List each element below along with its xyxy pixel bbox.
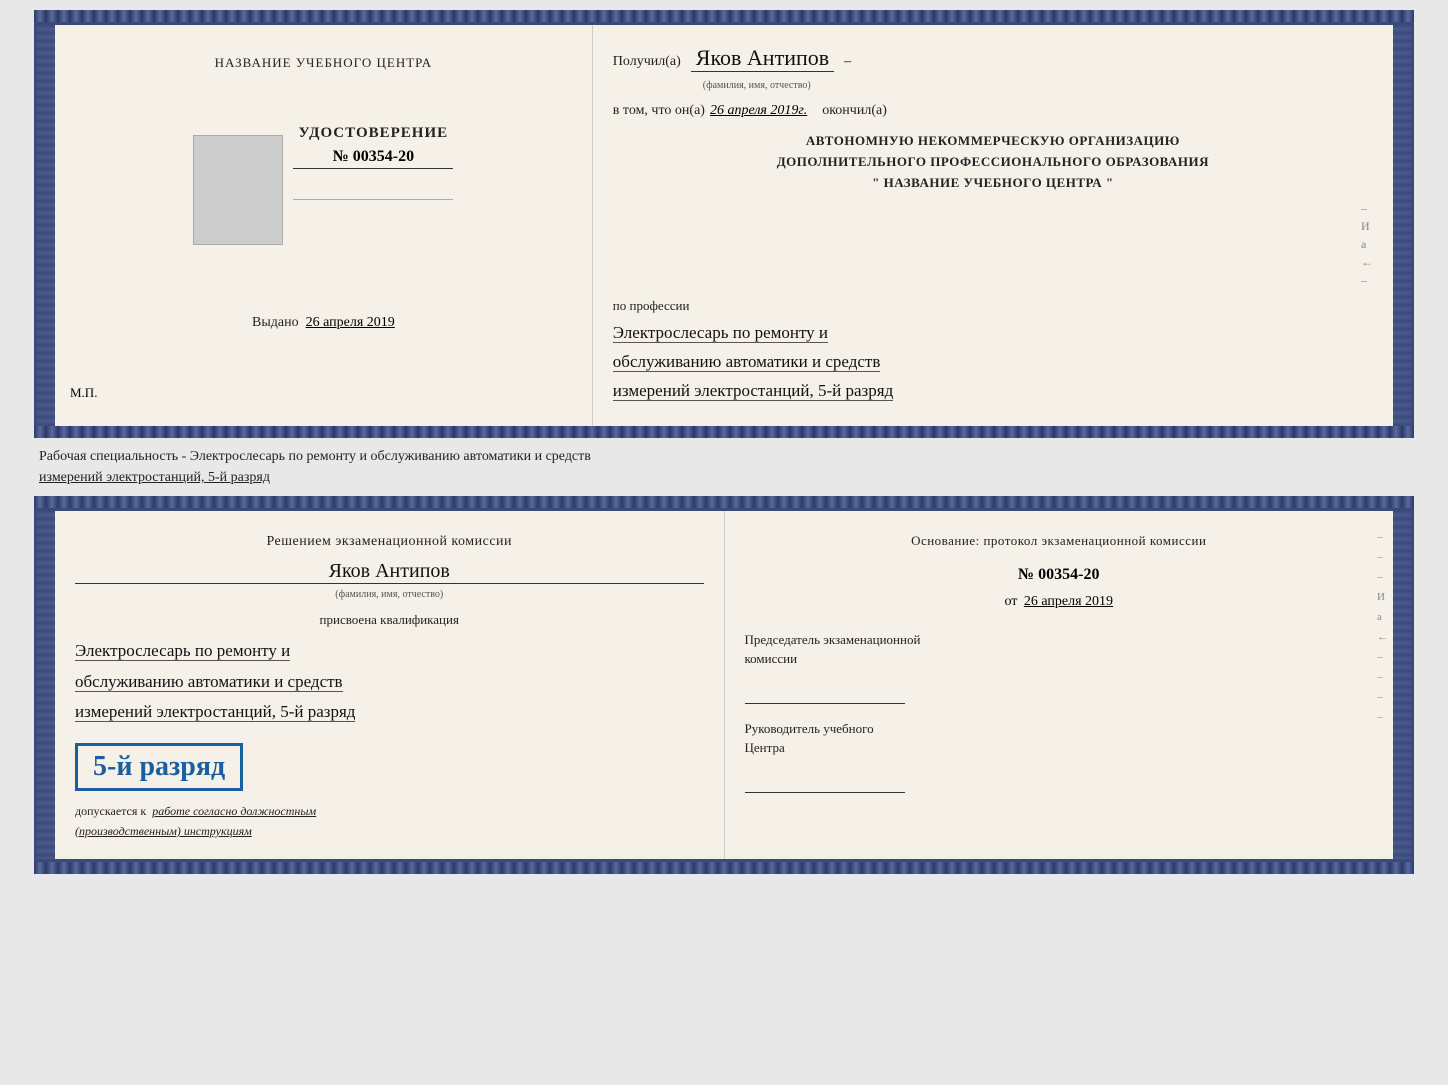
poluchil-label: Получил(а) [613,54,681,70]
profession-label: по профессии [613,298,1373,314]
spine-left-bottom [37,511,55,859]
vtom-date: 26 апреля 2019г. [710,103,807,119]
dopuskaetsya-value: работе согласно должностным [152,804,316,818]
qual-line2: обслуживанию автоматики и средств [75,672,343,692]
rukovoditel-signature-line [745,773,905,793]
komissia-header: Решением экзаменационной комиссии [75,531,704,552]
rukovoditel-label: Руководитель учебного Центра [745,719,1374,758]
separator-line1: Рабочая специальность - Электрослесарь п… [39,446,1409,467]
profession-line3: измерений электростанций, 5-й разряд [613,381,893,401]
bottom-border-strip-top [34,426,1414,438]
mark-dash5: – [1377,671,1388,683]
photo-placeholder [193,135,283,245]
right-mark-5: – [1361,273,1373,288]
osnovanie-header: Основание: протокол экзаменационной коми… [745,531,1374,551]
qualification-text: Электрослесарь по ремонту и обслуживанию… [75,636,704,728]
predsedatel-signature-line [745,684,905,704]
separator-text: Рабочая специальность - Электрослесарь п… [34,438,1414,496]
mark-a: а [1377,611,1388,623]
right-mark-2: И [1361,219,1373,234]
family-sublabel-bottom: (фамилия, имя, отчество) [75,589,704,600]
cert-bottom: Решением экзаменационной комиссии Яков А… [34,508,1414,862]
right-mark-4: ← [1361,255,1373,270]
mark-dash7: – [1377,711,1388,723]
separator-line2: измерений электростанций, 5-й разряд [39,467,1409,488]
separator-line2-text: измерений электростанций, 5-й разряд [39,470,270,485]
top-border-strip [34,10,1414,22]
protocol-number: № 00354-20 [745,566,1374,584]
rukovoditel-block: Руководитель учебного Центра [745,719,1374,793]
org-line1: АВТОНОМНУЮ НЕКОММЕРЧЕСКУЮ ОРГАНИЗАЦИЮ ДО… [613,131,1373,193]
mark-arrow: ← [1377,631,1388,643]
mark-dash3: – [1377,571,1388,583]
poluchil-value: Яков Антипов [691,45,834,72]
cert-top-right-panel: Получил(а) Яков Антипов – (фамилия, имя,… [593,25,1393,426]
bottom-name: Яков Антипов [75,560,704,584]
profession-line1: Электрослесарь по ремонту и [613,323,828,343]
vtom-label: в том, что он(а) [613,103,705,119]
prisvoena-label: присвоена квалификация [75,612,704,628]
cert-top-left-panel: НАЗВАНИЕ УЧЕБНОГО ЦЕНТРА УДОСТОВЕРЕНИЕ №… [55,25,593,426]
training-center-label-top: НАЗВАНИЕ УЧЕБНОГО ЦЕНТРА [215,55,432,71]
ot-date: 26 апреля 2019 [1024,594,1113,609]
cert-bottom-left-panel: Решением экзаменационной комиссии Яков А… [55,511,725,859]
mark-dash1: – [1377,531,1388,543]
issued-label: Выдано [252,315,299,330]
rank-badge: 5-й разряд [75,743,243,791]
ot-date-line: от 26 апреля 2019 [745,594,1374,610]
issued-date: 26 апреля 2019 [306,315,395,330]
profession-value: Электрослесарь по ремонту и обслуживанию… [613,319,1373,406]
mark-i: И [1377,591,1388,603]
spine-left [37,25,55,426]
udostoverenie-label: УДОСТОВЕРЕНИЕ [293,125,453,142]
mark-dash4: – [1377,651,1388,663]
mp-label: М.П. [70,385,97,401]
spine-right-bottom [1393,511,1411,859]
document-wrapper: НАЗВАНИЕ УЧЕБНОГО ЦЕНТРА УДОСТОВЕРЕНИЕ №… [34,10,1414,874]
qual-line3: измерений электростанций, 5-й разряд [75,702,355,722]
qual-line1: Электрослесарь по ремонту и [75,641,290,661]
right-mark-3: а [1361,237,1373,252]
spine-right-top [1393,25,1411,426]
bottom-border-strip-bottom [34,496,1414,508]
right-mark-1: – [1361,201,1373,216]
family-sublabel-top: (фамилия, имя, отчество) [703,80,811,91]
dopuskaetsya-text: допускается к работе согласно должностны… [75,804,704,819]
okonchil-label: окончил(а) [822,103,887,119]
profession-line2: обслуживанию автоматики и средств [613,352,881,372]
mark-dash6: – [1377,691,1388,703]
final-border-strip [34,862,1414,874]
cert-number: № 00354-20 [293,148,453,169]
cert-top: НАЗВАНИЕ УЧЕБНОГО ЦЕНТРА УДОСТОВЕРЕНИЕ №… [34,22,1414,426]
mark-dash2: – [1377,551,1388,563]
predsedatel-label: Председатель экзаменационной комиссии [745,630,1374,669]
instr-label: (производственным) инструкциям [75,824,704,839]
cert-bottom-right-panel: Основание: протокол экзаменационной коми… [725,511,1394,859]
predsedatel-block: Председатель экзаменационной комиссии [745,630,1374,704]
right-side-marks: – – – И а ← – – – – [1377,531,1388,723]
